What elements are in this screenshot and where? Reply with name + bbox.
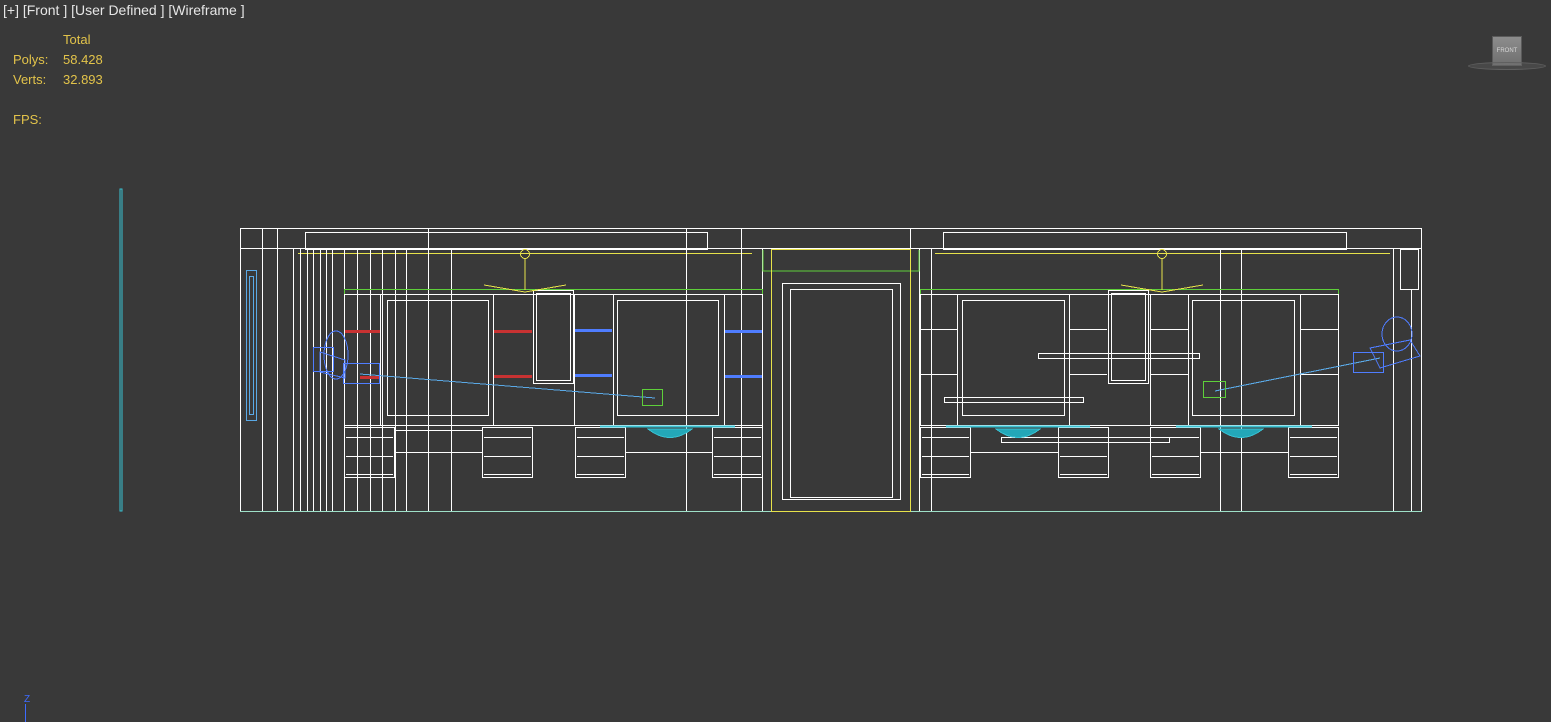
shelves-red[interactable] bbox=[345, 330, 532, 379]
detached-panel-object[interactable] bbox=[119, 188, 123, 512]
axis-tripod: Z bbox=[22, 694, 32, 722]
center-door-frame[interactable] bbox=[771, 249, 911, 512]
right-wall-box[interactable] bbox=[1400, 249, 1419, 290]
shelves-blue[interactable] bbox=[575, 329, 762, 378]
drawers-left[interactable] bbox=[344, 427, 763, 478]
center-door-panel[interactable] bbox=[782, 283, 901, 500]
sink-basin-right-b[interactable] bbox=[1217, 428, 1265, 438]
cabinet-unit-right[interactable] bbox=[920, 290, 1339, 426]
axis-z-line bbox=[25, 704, 26, 722]
wireframe-scene[interactable] bbox=[0, 0, 1551, 722]
drawers-right[interactable] bbox=[920, 427, 1339, 478]
pendant-light-left[interactable] bbox=[483, 249, 567, 293]
cabinet-unit-left[interactable] bbox=[344, 290, 763, 426]
sink-basin-left[interactable] bbox=[646, 428, 694, 438]
ceiling-box-right[interactable] bbox=[943, 232, 1347, 250]
viewcube-compass-ring[interactable] bbox=[1468, 62, 1546, 70]
ceiling-box-left[interactable] bbox=[305, 232, 708, 250]
viewcube[interactable]: FRONT bbox=[1466, 34, 1548, 74]
front-viewport[interactable]: [+] [Front ] [User Defined ] [Wireframe … bbox=[0, 0, 1551, 722]
center-header[interactable] bbox=[762, 250, 920, 272]
pendant-light-right[interactable] bbox=[1120, 249, 1204, 293]
door-handle-left[interactable] bbox=[246, 270, 257, 421]
sink-basin-right-a[interactable] bbox=[994, 428, 1042, 438]
